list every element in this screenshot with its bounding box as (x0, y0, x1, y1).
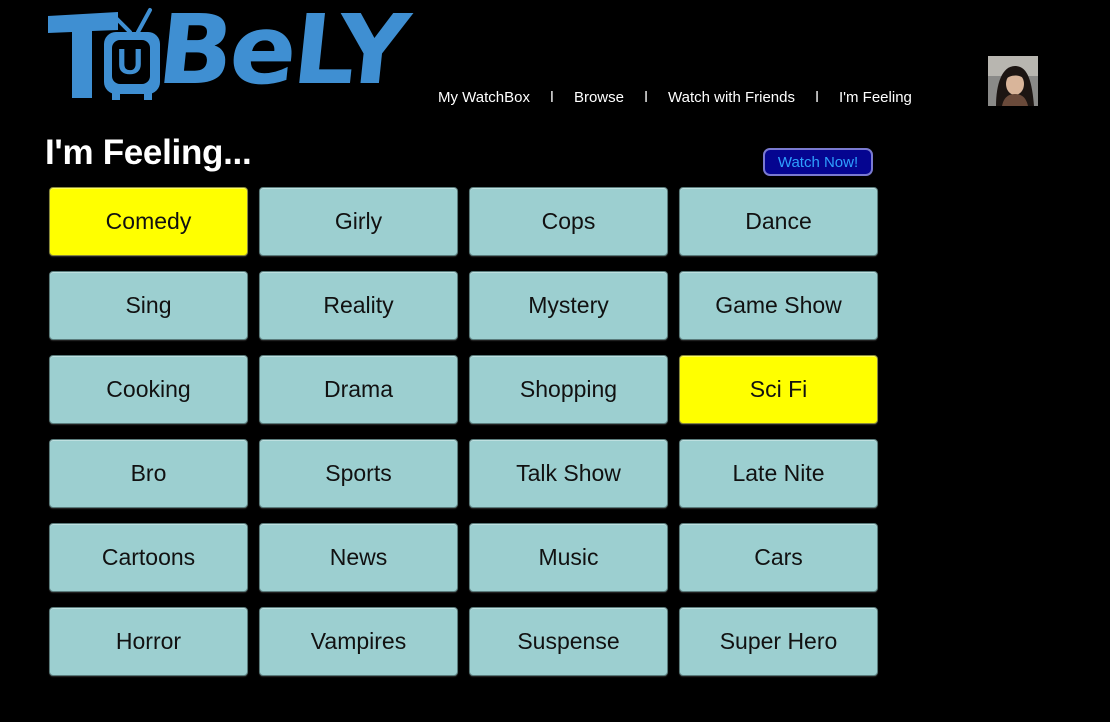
genre-tile-game-show[interactable]: Game Show (679, 271, 878, 340)
genre-tile-sports[interactable]: Sports (259, 439, 458, 508)
nav-separator: l (550, 88, 554, 106)
genre-tile-bro[interactable]: Bro (49, 439, 248, 508)
logo-wordmark: BeLY (152, 0, 412, 106)
genre-tile-cooking[interactable]: Cooking (49, 355, 248, 424)
nav-browse[interactable]: Browse (574, 89, 624, 106)
genre-tile-dance[interactable]: Dance (679, 187, 878, 256)
genre-tile-girly[interactable]: Girly (259, 187, 458, 256)
genre-tile-drama[interactable]: Drama (259, 355, 458, 424)
genre-tile-music[interactable]: Music (469, 523, 668, 592)
nav-watch-with-friends[interactable]: Watch with Friends (668, 89, 795, 106)
user-avatar[interactable] (988, 56, 1038, 106)
genre-tile-cars[interactable]: Cars (679, 523, 878, 592)
genre-tile-talk-show[interactable]: Talk Show (469, 439, 668, 508)
main-nav: My WatchBox l Browse l Watch with Friend… (438, 87, 912, 107)
genre-tile-super-hero[interactable]: Super Hero (679, 607, 878, 676)
genre-grid: Comedy Girly Cops Dance Sing Reality Mystery Ga… (49, 187, 878, 676)
nav-separator: l (815, 88, 819, 106)
page-title: I'm Feeling... (45, 133, 252, 172)
genre-tile-news[interactable]: News (259, 523, 458, 592)
genre-tile-sing[interactable]: Sing (49, 271, 248, 340)
logo-tv-letter: U (117, 41, 143, 82)
nav-im-feeling[interactable]: I'm Feeling (839, 89, 912, 106)
genre-tile-shopping[interactable]: Shopping (469, 355, 668, 424)
genre-tile-suspense[interactable]: Suspense (469, 607, 668, 676)
avatar-photo-icon (988, 56, 1038, 106)
genre-tile-reality[interactable]: Reality (259, 271, 458, 340)
watch-now-button[interactable]: Watch Now! (763, 148, 873, 176)
genre-tile-comedy[interactable]: Comedy (49, 187, 248, 256)
genre-tile-horror[interactable]: Horror (49, 607, 248, 676)
genre-tile-sci-fi[interactable]: Sci Fi (679, 355, 878, 424)
nav-separator: l (644, 88, 648, 106)
genre-tile-vampires[interactable]: Vampires (259, 607, 458, 676)
genre-tile-late-nite[interactable]: Late Nite (679, 439, 878, 508)
genre-tile-cops[interactable]: Cops (469, 187, 668, 256)
tubely-logo[interactable]: U BeLY (46, 0, 411, 106)
nav-my-watchbox[interactable]: My WatchBox (438, 89, 530, 106)
genre-tile-cartoons[interactable]: Cartoons (49, 523, 248, 592)
genre-tile-mystery[interactable]: Mystery (469, 271, 668, 340)
